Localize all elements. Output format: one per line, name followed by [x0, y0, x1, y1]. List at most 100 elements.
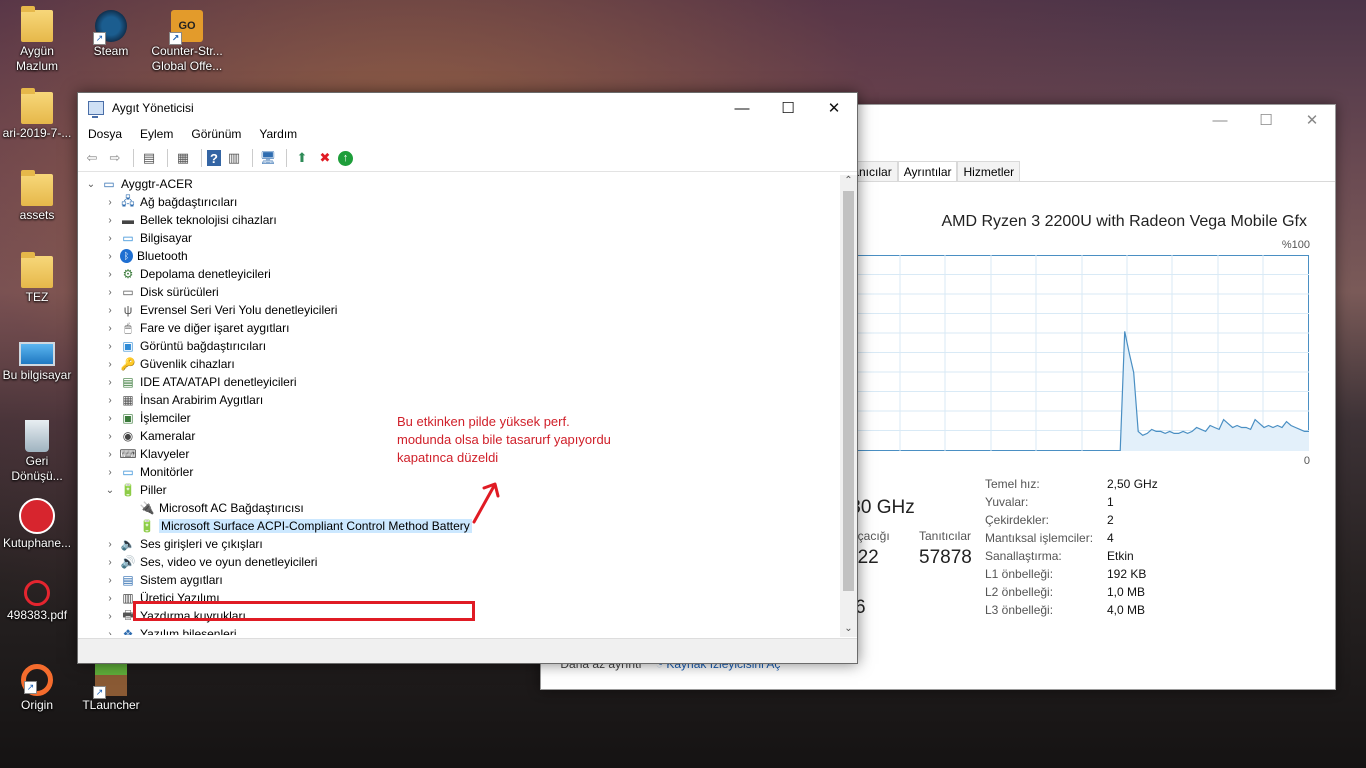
desktop-icon-this-pc[interactable]: Bu bilgisayar [0, 338, 74, 383]
chevron-down-icon[interactable]: ⌄ [104, 485, 116, 496]
graph-min-label: 0 [1303, 455, 1310, 467]
back-arrow-icon[interactable]: ⇦ [82, 148, 102, 168]
tree-device[interactable]: 🔌 Microsoft AC Bağdaştırıcısı [79, 499, 838, 517]
pdf-icon [24, 580, 50, 606]
tree-category-batteries[interactable]: ⌄ 🔋 Piller [79, 481, 838, 499]
category-label: Monitörler [140, 465, 194, 479]
annotation-line: Bu etkinken pilde yüksek perf. [397, 414, 570, 429]
tree-category[interactable]: › ▬ Bellek teknolojisi cihazları [79, 211, 838, 229]
desktop-icon-steam[interactable]: Steam [74, 10, 148, 59]
chevron-right-icon[interactable]: › [104, 197, 116, 208]
chevron-right-icon[interactable]: › [104, 449, 116, 460]
graph-max-label: %100 [1281, 239, 1310, 251]
tab-details[interactable]: Ayrıntılar [897, 161, 958, 182]
chevron-right-icon[interactable]: › [104, 359, 116, 370]
scroll-down-icon[interactable]: ⌄ [840, 623, 857, 637]
desktop-icon-user-folder[interactable]: Aygün Mazlum [0, 6, 74, 74]
enable-device-icon[interactable]: ↑ [338, 150, 353, 166]
tree-category[interactable]: › 🖧 Ağ bağdaştırıcıları [79, 193, 838, 211]
console-tree-icon[interactable]: ▤ [139, 148, 159, 168]
tree-category[interactable]: › ❖ Yazılım bileşenleri [79, 625, 838, 635]
user-folder-icon [21, 6, 53, 42]
scroll-up-icon[interactable]: ⌃ [840, 175, 857, 189]
tree-category[interactable]: › 🔈 Ses girişleri ve çıkışları [79, 535, 838, 553]
scan-hardware-icon[interactable]: 🖥 [258, 148, 278, 168]
chevron-right-icon[interactable]: › [104, 467, 116, 478]
tree-category[interactable]: › ▦ İnsan Arabirim Aygıtları [79, 391, 838, 409]
chevron-right-icon[interactable]: › [104, 629, 116, 636]
category-label: Klavyeler [140, 447, 190, 461]
tree-category[interactable]: › ▭ Disk sürücüleri [79, 283, 838, 301]
chevron-right-icon[interactable]: › [104, 233, 116, 244]
desktop-icon-csgo[interactable]: GO Counter-Str... Global Offe... [150, 10, 224, 74]
tree-category[interactable]: › ⚙ Depolama denetleyicileri [79, 265, 838, 283]
category-label: Kameralar [140, 429, 196, 443]
update-driver-icon[interactable]: ⬆ [292, 148, 312, 168]
threads-value: 57878 [919, 547, 972, 568]
chevron-right-icon[interactable]: › [104, 431, 116, 442]
system-device-icon: ▤ [122, 573, 134, 587]
chevron-right-icon[interactable]: › [104, 215, 116, 226]
properties-icon[interactable]: ▦ [173, 148, 193, 168]
chevron-right-icon[interactable]: › [104, 377, 116, 388]
desktop-icon-tlauncher[interactable]: TLauncher [74, 664, 148, 713]
chevron-right-icon[interactable]: › [104, 557, 116, 568]
desktop-icon-assets[interactable]: assets [0, 170, 74, 223]
maximize-button[interactable]: ☐ [765, 93, 811, 123]
chevron-down-icon[interactable]: ⌄ [85, 179, 97, 190]
desktop-icon-origin[interactable]: Origin [0, 664, 74, 713]
uninstall-device-icon[interactable]: ✖ [315, 148, 335, 168]
forward-arrow-icon[interactable]: ⇨ [105, 148, 125, 168]
chevron-right-icon[interactable]: › [104, 611, 116, 622]
chevron-right-icon[interactable]: › [104, 323, 116, 334]
menu-help[interactable]: Yardım [259, 127, 297, 141]
desktop-icon-recycle-bin[interactable]: Geri Dönüşü... [0, 420, 74, 484]
menu-view[interactable]: Görünüm [191, 127, 241, 141]
tab-services[interactable]: Hizmetler [957, 161, 1021, 182]
close-button[interactable]: ✕ [811, 93, 857, 123]
title-bar[interactable]: Aygıt Yöneticisi — ☐ ✕ [78, 93, 857, 123]
chevron-right-icon[interactable]: › [104, 251, 116, 262]
chevron-right-icon[interactable]: › [104, 269, 116, 280]
spec-value: 1 [1107, 495, 1114, 509]
menu-file[interactable]: Dosya [88, 127, 122, 141]
minimize-button[interactable]: — [1197, 105, 1243, 135]
desktop-icon-tez[interactable]: TEZ [0, 252, 74, 305]
tree-category[interactable]: › ψ Evrensel Seri Veri Yolu denetleyiciler… [79, 301, 838, 319]
tree-category[interactable]: › 🔑 Güvenlik cihazları [79, 355, 838, 373]
help-icon[interactable]: ? [207, 150, 221, 166]
desktop-icon-ari-folder[interactable]: ari-2019-7-... [0, 88, 74, 141]
tree-category[interactable]: › ▭ Bilgisayar [79, 229, 838, 247]
chevron-right-icon[interactable]: › [104, 287, 116, 298]
chevron-right-icon[interactable]: › [104, 395, 116, 406]
minimize-button[interactable]: — [719, 93, 765, 123]
tree-category[interactable]: › 🖱 Fare ve diğer işaret aygıtları [79, 319, 838, 337]
chevron-right-icon[interactable]: › [104, 341, 116, 352]
tree-category[interactable]: › 🔊 Ses, video ve oyun denetleyicileri [79, 553, 838, 571]
threads-label: Tanıtıcılar [919, 529, 972, 543]
desktop-icon-kutuphane[interactable]: Kutuphane... [0, 498, 74, 551]
scrollbar-thumb[interactable] [843, 191, 854, 591]
category-label: Sistem aygıtları [140, 573, 223, 587]
chevron-right-icon[interactable]: › [104, 575, 116, 586]
tree-category[interactable]: › ▤ IDE ATA/ATAPI denetleyicileri [79, 373, 838, 391]
chevron-right-icon[interactable]: › [104, 539, 116, 550]
desktop-icon-label: Bu bilgisayar [2, 368, 72, 382]
vertical-scrollbar[interactable]: ⌃ ⌄ [840, 175, 857, 637]
tree-category[interactable]: › ᛒ Bluetooth [79, 247, 838, 265]
desktop-icon-pdf[interactable]: 498383.pdf [0, 580, 74, 623]
close-button[interactable]: ✕ [1289, 105, 1335, 135]
app-icon [19, 498, 55, 534]
menu-action[interactable]: Eylem [140, 127, 173, 141]
chevron-right-icon[interactable]: › [104, 305, 116, 316]
tree-category[interactable]: › ▤ Sistem aygıtları [79, 571, 838, 589]
tree-device-selected[interactable]: 🔋 Microsoft Surface ACPI-Compliant Contro… [79, 517, 838, 535]
chevron-right-icon[interactable]: › [104, 413, 116, 424]
device-manager-window[interactable]: Aygıt Yöneticisi — ☐ ✕ Dosya Eylem Görün… [77, 92, 858, 664]
tree-category[interactable]: › ▣ Görüntü bağdaştırıcıları [79, 337, 838, 355]
maximize-button[interactable]: ☐ [1243, 105, 1289, 135]
chevron-right-icon[interactable]: › [104, 593, 116, 604]
action-pane-icon[interactable]: ▥ [224, 148, 244, 168]
menu-bar: Dosya Eylem Görünüm Yardım [78, 123, 857, 145]
tree-root[interactable]: ⌄ ▭ Ayggtr-ACER [79, 175, 838, 193]
